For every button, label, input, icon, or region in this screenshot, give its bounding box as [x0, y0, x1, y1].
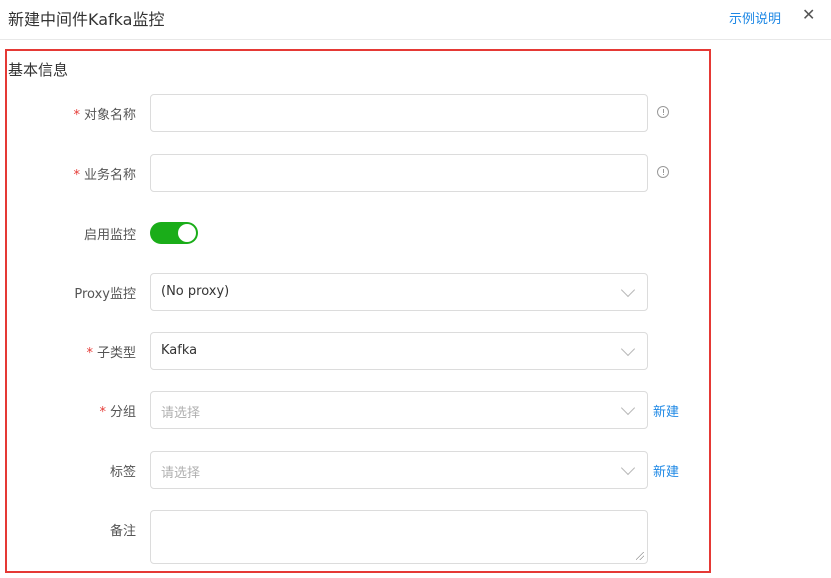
- close-icon[interactable]: ✕: [802, 5, 815, 24]
- subtype-select-value: Kafka: [161, 343, 198, 358]
- business-name-info-icon[interactable]: [657, 166, 669, 178]
- subtype-label: * 子类型: [86, 346, 136, 361]
- required-mark: *: [86, 346, 93, 361]
- example-help-link[interactable]: 示例说明: [729, 8, 781, 27]
- remark-textarea[interactable]: [150, 510, 648, 564]
- proxy-label: Proxy监控: [74, 287, 136, 302]
- business-name-label: * 业务名称: [73, 168, 136, 183]
- toggle-knob: [178, 224, 196, 242]
- section-title-basic-info: 基本信息: [8, 61, 69, 79]
- chevron-down-icon: [620, 341, 636, 357]
- enable-monitor-toggle[interactable]: [150, 222, 198, 244]
- required-mark: *: [73, 108, 80, 123]
- tags-select[interactable]: 请选择: [150, 451, 648, 489]
- group-select[interactable]: 请选择: [150, 391, 648, 429]
- chevron-down-icon: [620, 460, 636, 476]
- object-name-info-icon[interactable]: [657, 106, 669, 118]
- dialog-header: 新建中间件Kafka监控 示例说明 ✕: [0, 0, 831, 40]
- required-mark: *: [73, 168, 80, 183]
- new-group-link[interactable]: 新建: [653, 401, 679, 420]
- proxy-select-value: (No proxy): [161, 284, 230, 299]
- required-mark: *: [99, 405, 106, 420]
- group-select-placeholder: 请选择: [161, 406, 201, 421]
- tags-label: 标签: [109, 465, 136, 480]
- chevron-down-icon: [620, 282, 636, 298]
- enable-monitor-label: 启用监控: [83, 228, 136, 243]
- subtype-select[interactable]: Kafka: [150, 332, 648, 370]
- tags-select-placeholder: 请选择: [161, 466, 201, 481]
- object-name-label: * 对象名称: [73, 108, 136, 123]
- resize-handle-icon[interactable]: [636, 552, 644, 560]
- proxy-select[interactable]: (No proxy): [150, 273, 648, 311]
- chevron-down-icon: [620, 400, 636, 416]
- new-tag-link[interactable]: 新建: [653, 461, 679, 480]
- business-name-input[interactable]: [150, 154, 648, 192]
- object-name-input[interactable]: [150, 94, 648, 132]
- remark-label: 备注: [109, 524, 136, 539]
- group-label: * 分组: [99, 405, 136, 420]
- dialog-title: 新建中间件Kafka监控: [8, 10, 165, 29]
